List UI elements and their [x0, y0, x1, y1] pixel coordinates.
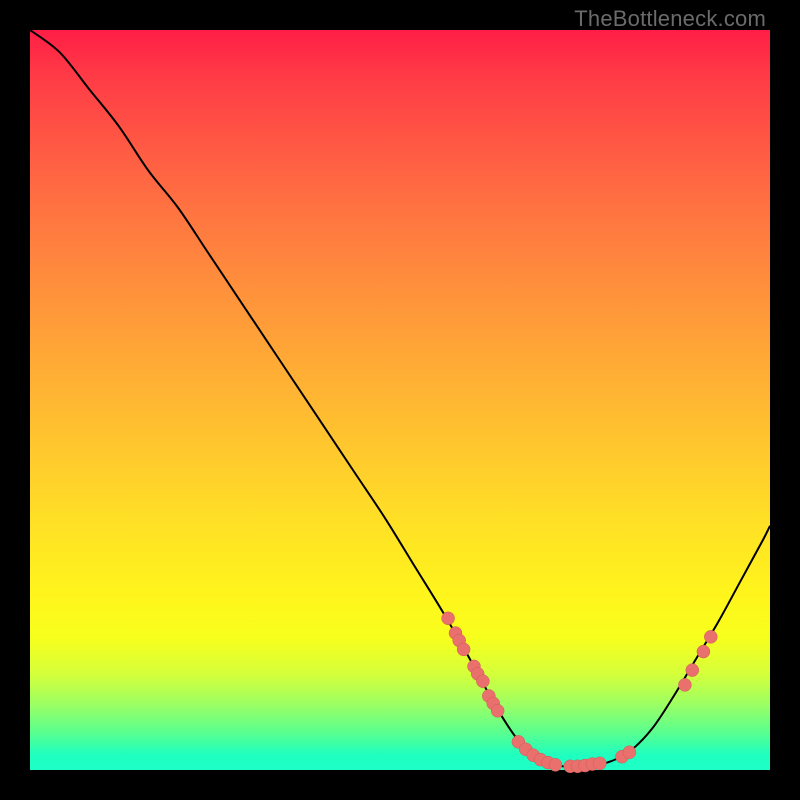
data-marker: [593, 757, 606, 770]
chart-svg: [30, 30, 770, 770]
data-marker: [442, 612, 455, 625]
data-marker: [549, 758, 562, 771]
data-marker: [457, 643, 470, 656]
data-marker: [491, 704, 504, 717]
data-marker: [686, 664, 699, 677]
data-marker: [623, 746, 636, 759]
plot-area: [30, 30, 770, 770]
data-marker: [678, 678, 691, 691]
watermark-label: TheBottleneck.com: [574, 6, 766, 32]
bottleneck-curve: [30, 30, 770, 767]
data-marker: [476, 675, 489, 688]
chart-frame: TheBottleneck.com: [0, 0, 800, 800]
data-marker: [704, 630, 717, 643]
data-marker: [697, 645, 710, 658]
